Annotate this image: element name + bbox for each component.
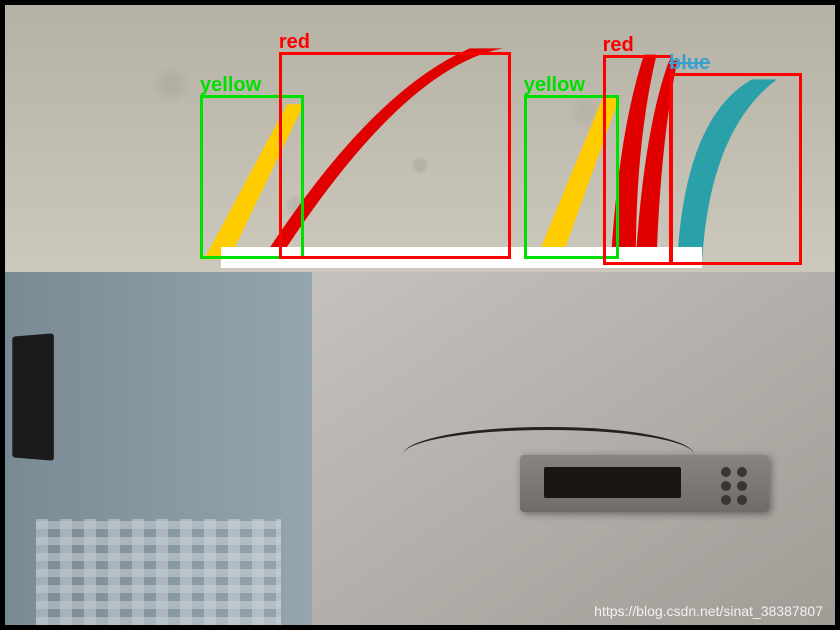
bbox-red-2: red xyxy=(603,55,674,266)
bbox-label: blue xyxy=(669,52,710,75)
bbox-blue: blue xyxy=(669,73,802,265)
bbox-label: red xyxy=(603,34,634,57)
bbox-red-1: red xyxy=(279,52,511,260)
bbox-label: yellow xyxy=(200,74,261,97)
lower-scene xyxy=(5,272,835,625)
image-frame: yellow red yellow red blue https://blog.… xyxy=(5,5,835,625)
watermark-text: https://blog.csdn.net/sinat_38387807 xyxy=(594,603,823,619)
device-display xyxy=(544,467,681,498)
device-buttons xyxy=(721,467,749,505)
background-room xyxy=(5,272,312,625)
bbox-label: yellow xyxy=(524,74,585,97)
bbox-label: red xyxy=(279,31,310,54)
wall-device xyxy=(520,455,769,512)
monitor-silhouette xyxy=(12,333,54,460)
